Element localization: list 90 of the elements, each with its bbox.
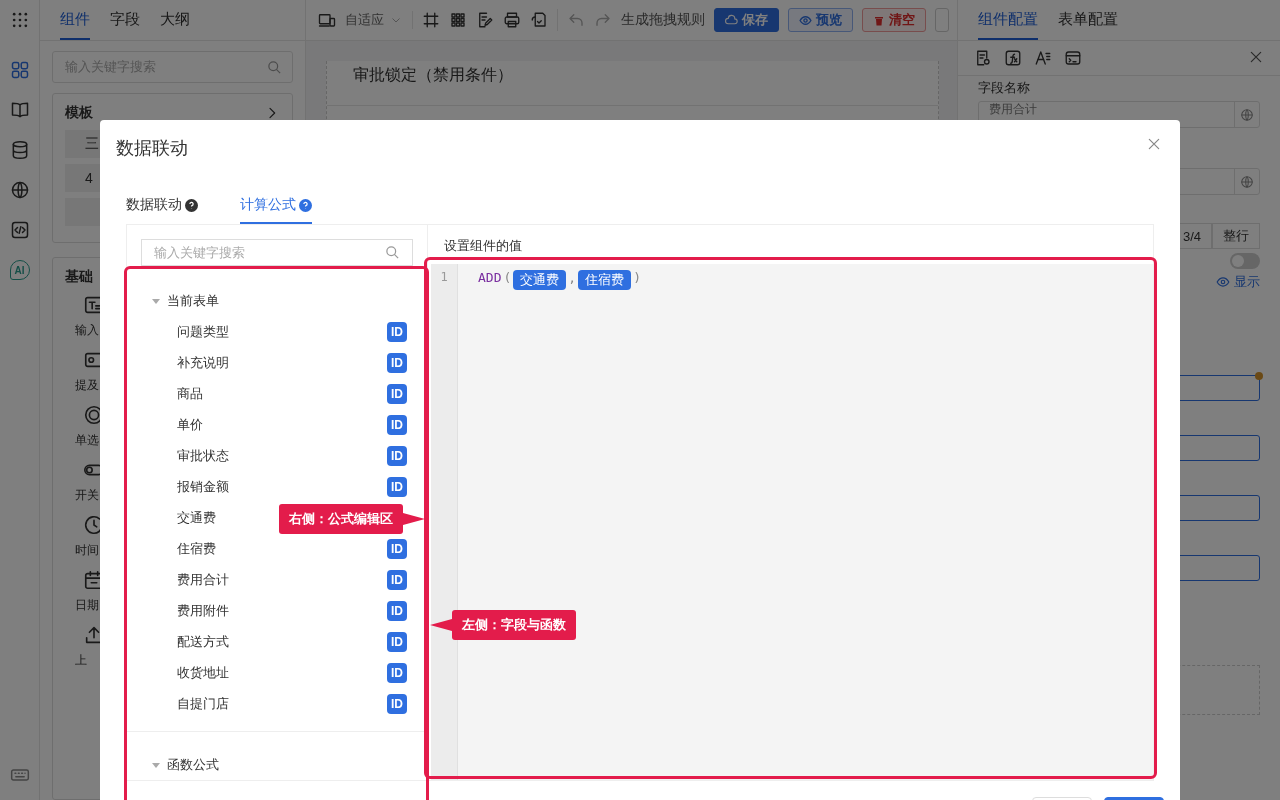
dialog-tab[interactable]: 数据联动 xyxy=(126,188,198,224)
field-item[interactable]: 费用合计 xyxy=(177,570,229,589)
width-option[interactable]: 整行 xyxy=(1212,223,1260,249)
panel-tab[interactable]: 大纲 xyxy=(160,0,190,40)
id-tag[interactable]: ID xyxy=(387,352,407,373)
field-item[interactable]: 单价 xyxy=(177,415,203,434)
id-tag[interactable]: ID xyxy=(387,383,407,404)
help-icon[interactable] xyxy=(185,198,198,212)
field-item[interactable]: 自提门店 xyxy=(177,694,229,713)
form-settings-icon[interactable] xyxy=(974,49,992,67)
document-sync-icon[interactable] xyxy=(530,11,548,29)
generate-rules-link[interactable]: 生成拖拽规则 xyxy=(621,11,705,29)
code-punctuation: , xyxy=(568,270,577,285)
panel-tab[interactable]: 字段 xyxy=(110,0,140,40)
panel-tab[interactable]: 组件配置 xyxy=(978,0,1038,40)
pointer-icon xyxy=(403,511,425,527)
pointer-icon xyxy=(430,617,452,633)
line-number: 1 xyxy=(440,269,448,286)
script-icon[interactable] xyxy=(1064,49,1082,67)
close-icon[interactable] xyxy=(1146,136,1162,152)
function-name: ADD xyxy=(478,270,502,285)
field-token[interactable]: 交通费 xyxy=(513,270,567,290)
callout-label: 左侧：字段与函数 xyxy=(452,610,576,640)
grid-icon[interactable] xyxy=(449,11,467,29)
crop-frame-icon[interactable] xyxy=(422,11,440,29)
show-link[interactable]: 显示 xyxy=(1216,273,1260,291)
eye-icon xyxy=(799,13,812,27)
section-label: 设置组件的值 xyxy=(443,237,523,255)
id-tag[interactable]: ID xyxy=(387,600,407,621)
component-label[interactable]: 时间 xyxy=(75,542,99,559)
field-item[interactable]: 配送方式 xyxy=(177,632,229,651)
book-icon[interactable] xyxy=(9,100,30,120)
tree-group[interactable]: 当前表单 xyxy=(167,292,219,310)
eye-icon xyxy=(1216,275,1230,289)
panel-tab[interactable]: 组件 xyxy=(60,0,90,40)
code-punctuation: ) xyxy=(633,270,641,285)
component-label[interactable]: 上 xyxy=(75,652,87,669)
layout-select[interactable]: 自适应 xyxy=(345,11,413,29)
search-field[interactable]: 输入关键字搜索 xyxy=(141,239,413,266)
id-tag[interactable]: ID xyxy=(387,476,407,497)
components-icon[interactable] xyxy=(9,60,30,80)
field-item[interactable]: 问题类型 xyxy=(177,322,229,341)
id-tag[interactable]: ID xyxy=(387,693,407,714)
code-icon[interactable] xyxy=(9,220,30,240)
card-title: 模板 xyxy=(65,104,93,122)
field-item[interactable]: 补充说明 xyxy=(177,353,229,372)
cloud-icon xyxy=(725,13,738,27)
component-label[interactable]: 单选 xyxy=(75,432,99,449)
component-label[interactable]: 日期 xyxy=(75,597,99,614)
globe-icon[interactable] xyxy=(1240,174,1254,189)
field-token[interactable]: 住宿费 xyxy=(578,270,632,290)
field-item[interactable]: 住宿费 xyxy=(177,539,216,558)
edit-icon[interactable] xyxy=(476,11,494,29)
card-title: 基础 xyxy=(65,268,93,286)
id-tag[interactable]: ID xyxy=(387,414,407,435)
device-icon[interactable] xyxy=(318,11,336,29)
code-punctuation: ( xyxy=(503,270,512,285)
preview-button[interactable]: 预览 xyxy=(788,8,853,32)
id-tag[interactable]: ID xyxy=(387,631,407,652)
print-icon[interactable] xyxy=(503,11,521,29)
dialog-tab[interactable]: 计算公式 xyxy=(240,188,312,224)
save-button[interactable]: 保存 xyxy=(714,8,779,32)
tree-group[interactable]: 函数公式 xyxy=(167,756,219,774)
component-label[interactable]: 提及 xyxy=(75,377,99,394)
id-tag[interactable]: ID xyxy=(387,569,407,590)
id-tag[interactable]: ID xyxy=(387,321,407,342)
component-label[interactable]: 输入 xyxy=(75,322,99,339)
modified-dot xyxy=(1255,372,1263,380)
panel-tab[interactable]: 表单配置 xyxy=(1058,0,1118,40)
toggle-switch[interactable] xyxy=(1230,253,1260,269)
id-tag[interactable]: ID xyxy=(387,662,407,683)
field-item[interactable]: 交通费 xyxy=(177,508,216,527)
clear-button[interactable]: 清空 xyxy=(862,8,926,32)
callout-label: 右侧：公式编辑区 xyxy=(279,504,403,534)
function-icon[interactable] xyxy=(1004,49,1022,67)
field-title: 审批锁定（禁用条件） xyxy=(327,61,938,106)
field-item[interactable]: 商品 xyxy=(177,384,203,403)
globe-icon[interactable] xyxy=(9,180,30,200)
field-item[interactable]: 收货地址 xyxy=(177,663,229,682)
dialog-title: 数据联动 xyxy=(116,137,188,160)
component-label[interactable]: 开关 xyxy=(75,487,99,504)
field-item[interactable]: 审批状态 xyxy=(177,446,229,465)
id-tag[interactable]: ID xyxy=(387,445,407,466)
globe-icon[interactable] xyxy=(1240,107,1254,122)
field-item[interactable]: 报销金额 xyxy=(177,477,229,496)
field-item[interactable]: 费用附件 xyxy=(177,601,229,620)
search-icon[interactable] xyxy=(385,245,400,260)
id-tag[interactable]: ID xyxy=(387,538,407,559)
text-style-icon[interactable] xyxy=(1034,49,1052,67)
field-label: 字段名称 xyxy=(978,79,1031,97)
